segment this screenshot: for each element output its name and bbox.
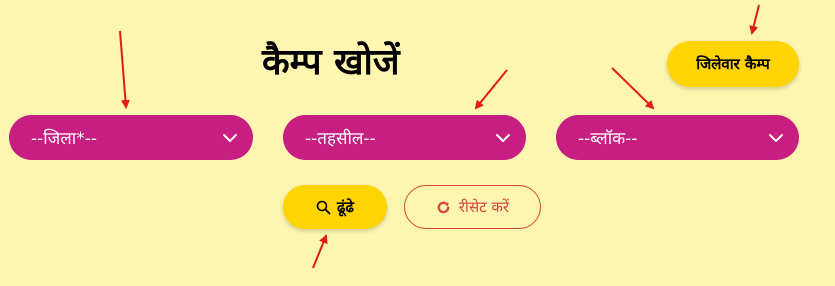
annotation-arrow [749, 4, 760, 35]
annotation-arrow [312, 234, 328, 269]
annotation-arrow [119, 30, 130, 109]
annotation-arrow [474, 69, 508, 110]
annotation-arrow [611, 67, 655, 110]
annotation-arrows [119, 4, 760, 269]
